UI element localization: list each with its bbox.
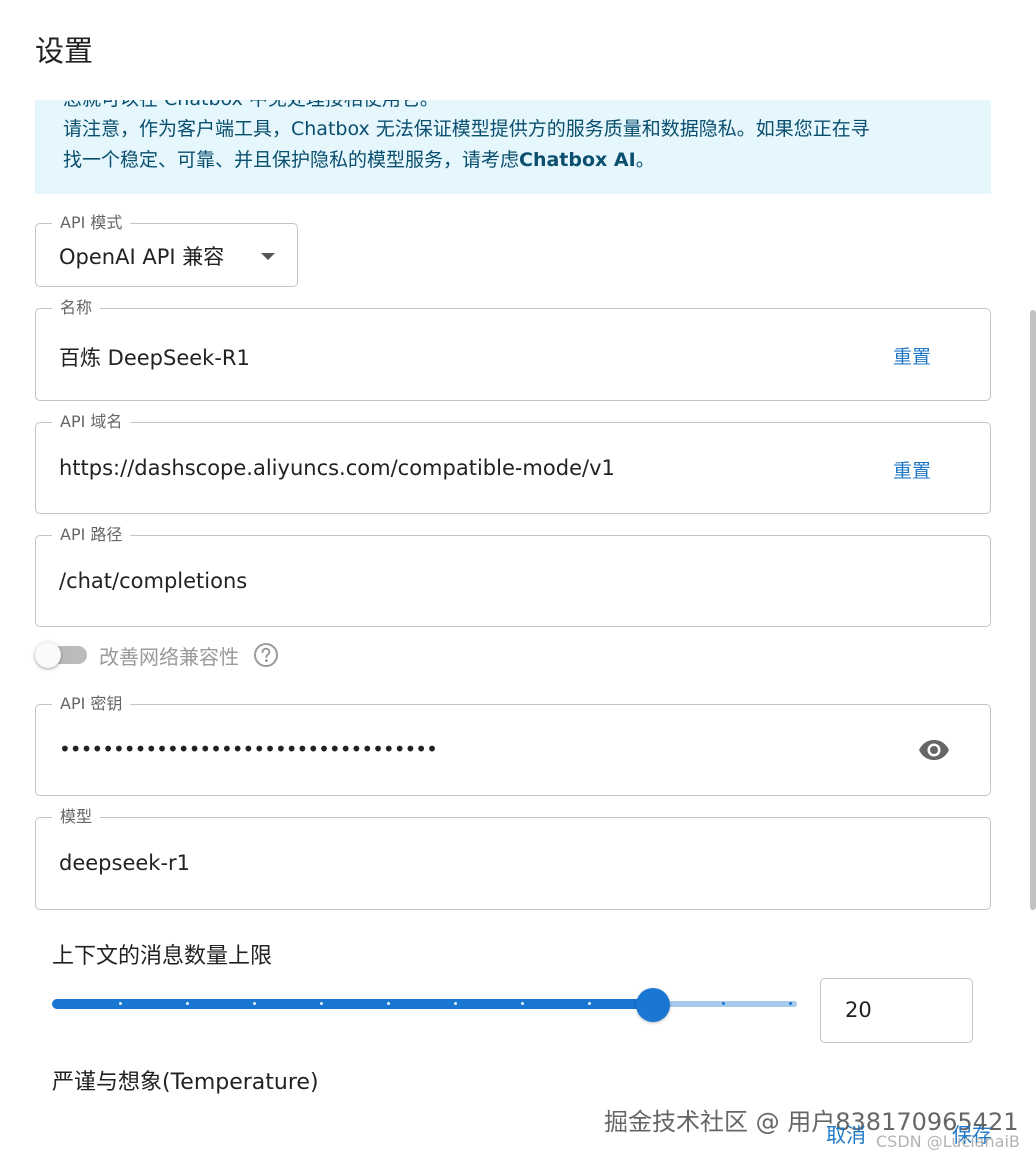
slider-mark <box>722 1002 725 1005</box>
network-compat-row: 改善网络兼容性 <box>35 640 335 670</box>
api-mode-label: API 模式 <box>52 212 131 234</box>
notice-banner: 您就可以在 Chatbox 中免处理接相使用它。 请注意，作为客户端工具，Cha… <box>35 100 991 194</box>
api-domain-reset-button[interactable]: 重置 <box>893 456 931 483</box>
caret-down-icon <box>261 253 275 260</box>
slider-mark <box>454 1002 457 1005</box>
network-compat-label: 改善网络兼容性 <box>99 645 239 669</box>
api-key-label: API 密钥 <box>52 693 131 715</box>
notice-line-2: 找一个稳定、可靠、并且保护隐私的模型服务，请考虑Chatbox AI。 <box>63 145 655 172</box>
api-path-input[interactable]: /chat/completions <box>59 569 247 593</box>
model-label: 模型 <box>52 806 101 828</box>
slider-mark <box>186 1002 189 1005</box>
name-input[interactable]: 百炼 DeepSeek-R1 <box>59 342 250 372</box>
api-key-field[interactable]: API 密钥 •••••••••••••••••••••••••••••••••… <box>35 693 991 796</box>
api-domain-field[interactable]: API 域名 https://dashscope.aliyuncs.com/co… <box>35 411 991 514</box>
slider-mark <box>521 1002 524 1005</box>
network-compat-toggle[interactable] <box>35 642 61 668</box>
slider-mark <box>588 1002 591 1005</box>
context-limit-value: 20 <box>845 998 872 1022</box>
api-domain-label: API 域名 <box>52 411 131 433</box>
help-icon[interactable] <box>253 642 279 668</box>
slider-track <box>52 999 653 1009</box>
notice-text-end: 。 <box>635 149 655 171</box>
model-field[interactable]: 模型 deepseek-r1 <box>35 806 991 910</box>
temperature-title: 严谨与想象(Temperature) <box>52 1070 319 1095</box>
slider-mark <box>789 1002 792 1005</box>
notice-line-partial: 您就可以在 Chatbox 中免处理接相使用它。 <box>63 100 439 111</box>
api-key-input[interactable]: ••••••••••••••••••••••••••••••••••• <box>59 737 438 761</box>
context-limit-title: 上下文的消息数量上限 <box>52 944 273 969</box>
scrollbar[interactable] <box>1030 310 1036 910</box>
eye-icon[interactable] <box>918 739 950 761</box>
api-path-label: API 路径 <box>52 524 131 546</box>
model-input[interactable]: deepseek-r1 <box>59 851 190 875</box>
context-limit-slider[interactable] <box>52 988 797 1022</box>
slider-mark <box>253 1002 256 1005</box>
slider-thumb[interactable] <box>636 988 670 1022</box>
watermark-csdn: CSDN @LucianaiB <box>876 1132 1020 1151</box>
name-reset-button[interactable]: 重置 <box>893 342 931 369</box>
settings-dialog: 设置 您就可以在 Chatbox 中免处理接相使用它。 请注意，作为客户端工具，… <box>0 0 1036 1161</box>
slider-mark <box>387 1002 390 1005</box>
api-path-field[interactable]: API 路径 /chat/completions <box>35 524 991 627</box>
name-field[interactable]: 名称 百炼 DeepSeek-R1 重置 <box>35 297 991 401</box>
chatbox-ai-highlight: Chatbox AI <box>519 149 636 171</box>
notice-line-1: 请注意，作为客户端工具，Chatbox 无法保证模型提供方的服务质量和数据隐私。… <box>63 118 870 140</box>
dialog-title: 设置 <box>35 34 94 68</box>
name-label: 名称 <box>52 297 101 319</box>
api-mode-select[interactable]: API 模式 OpenAI API 兼容 <box>35 212 298 287</box>
api-mode-value: OpenAI API 兼容 <box>59 245 225 269</box>
cancel-button[interactable]: 取消 <box>826 1119 866 1148</box>
notice-text: 找一个稳定、可靠、并且保护隐私的模型服务，请考虑 <box>63 149 520 171</box>
slider-mark <box>320 1002 323 1005</box>
slider-mark <box>119 1002 122 1005</box>
context-limit-input[interactable]: 20 <box>820 978 973 1043</box>
api-domain-input[interactable]: https://dashscope.aliyuncs.com/compatibl… <box>59 456 615 480</box>
